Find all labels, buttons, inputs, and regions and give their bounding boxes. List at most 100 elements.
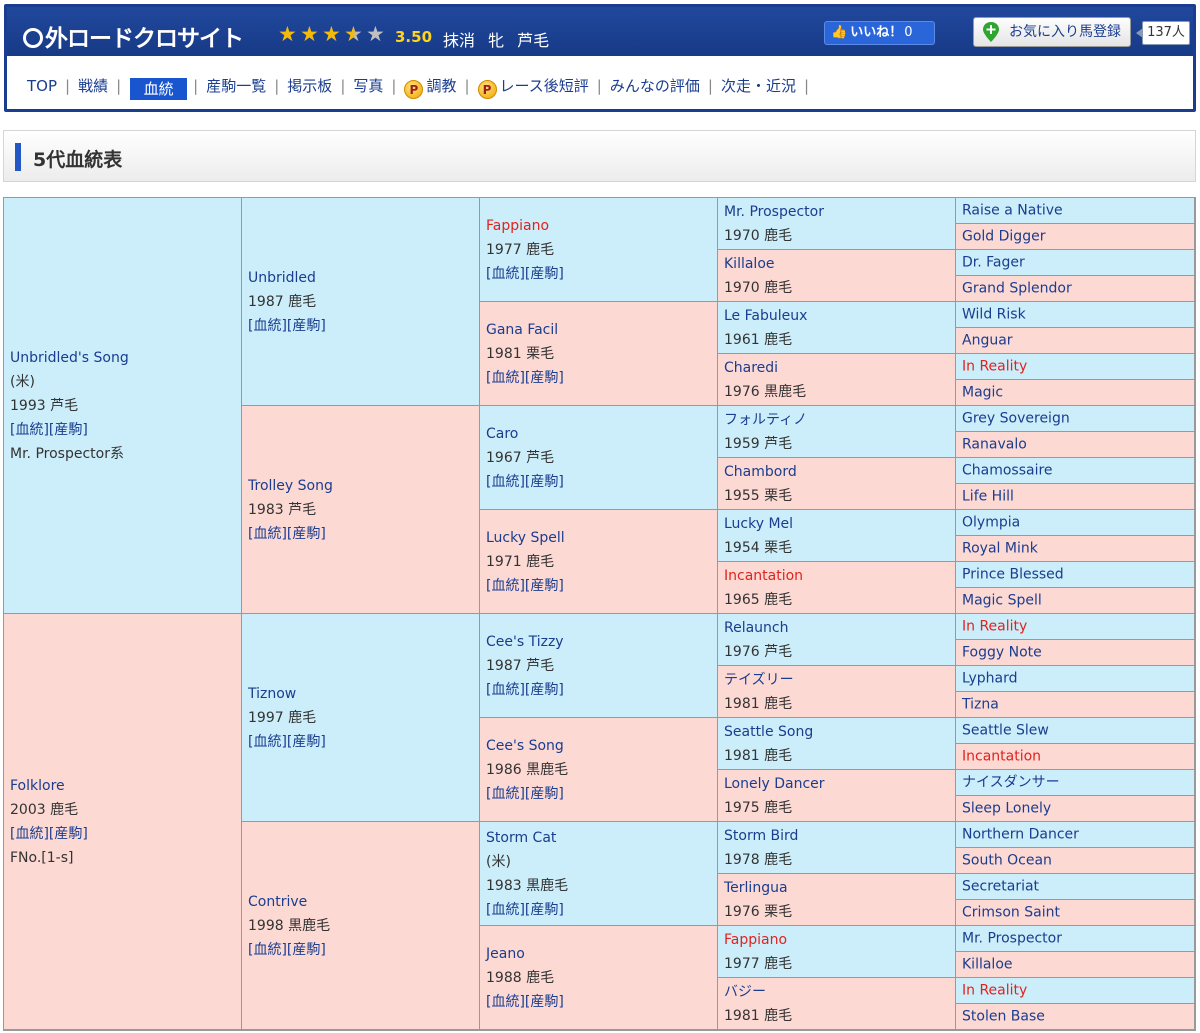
nav-item[interactable]: P レース後短評 [476,71,591,101]
horse-name-link[interactable]: Incantation [962,744,1190,769]
horse-name-link[interactable]: Sleep Lonely [962,796,1190,821]
nav-item-label: 写真 [353,77,384,95]
horse-name-link[interactable]: Caro [486,422,713,446]
pedigree-progeny-links[interactable]: [血統][産駒] [486,678,713,702]
horse-name-link[interactable]: Chamossaire [962,458,1190,483]
pedigree-progeny-links[interactable]: [血統][産駒] [248,730,475,754]
horse-name-link[interactable]: In Reality [962,614,1190,639]
horse-name-link[interactable]: Tizna [962,692,1190,717]
horse-name-link[interactable]: Fappiano [486,214,713,238]
horse-name-link[interactable]: Chambord [724,460,951,484]
horse-name-link[interactable]: Tiznow [248,682,475,706]
pedigree-progeny-links[interactable]: [血統][産駒] [248,522,475,546]
horse-name-link[interactable]: Foggy Note [962,640,1190,665]
horse-name-link[interactable]: Killaloe [724,252,951,276]
horse-name-link[interactable]: Lucky Mel [724,512,951,536]
horse-name-link[interactable]: Prince Blessed [962,562,1190,587]
horse-name-link[interactable]: Unbridled [248,266,475,290]
favorite-button[interactable]: お気に入り馬登録 [973,17,1131,47]
horse-name-link[interactable]: Jeano [486,942,713,966]
pedigree-progeny-links[interactable]: [血統][産駒] [486,470,713,494]
horse-name-link[interactable]: Secretariat [962,874,1190,899]
horse-name-link[interactable]: Charedi [724,356,951,380]
horse-name-link[interactable]: Anguar [962,328,1190,353]
horse-name-link[interactable]: Storm Cat [486,826,713,850]
horse-name-link[interactable]: Lyphard [962,666,1190,691]
horse-name-link[interactable]: Royal Mink [962,536,1190,561]
horse-name-link[interactable]: Grey Sovereign [962,406,1190,431]
horse-name-link[interactable]: Gana Facil [486,318,713,342]
horse-name-link[interactable]: Cee's Tizzy [486,630,713,654]
horse-name-link[interactable]: Stolen Base [962,1004,1190,1029]
horse-name-link[interactable]: フォルティノ [724,408,951,432]
horse-name-link[interactable]: Wild Risk [962,302,1190,327]
horse-name-link[interactable]: バジー [724,980,951,1004]
cell-content: バジー 1981 鹿毛 [724,980,951,1028]
horse-name-link[interactable]: Storm Bird [724,824,951,848]
horse-name-link[interactable]: Fappiano [724,928,951,952]
horse-name-link[interactable]: Lonely Dancer [724,772,951,796]
cell-content: Incantation 1965 鹿毛 [724,564,951,612]
pedigree-progeny-links[interactable]: [血統][産駒] [10,822,237,846]
nav-item[interactable]: 写真 [351,71,385,101]
horse-name-link[interactable]: Magic Spell [962,588,1190,613]
horse-name-link[interactable]: Folklore [10,774,237,798]
nav-item[interactable]: 掲示板 [285,71,334,101]
horse-name-link[interactable]: South Ocean [962,848,1190,873]
horse-name-link[interactable]: Mr. Prospector [724,200,951,224]
pedigree-cell-gen5: Prince Blessed [956,562,1195,588]
nav-item[interactable]: 次走・近況 [719,71,798,101]
pedigree-progeny-links[interactable]: [血統][産駒] [248,314,475,338]
nav-item[interactable]: みんなの評価 [608,71,702,101]
horse-name-link[interactable]: Olympia [962,510,1190,535]
horse-name-link[interactable]: Trolley Song [248,474,475,498]
horse-name-link[interactable]: Killaloe [962,952,1190,977]
nav-item[interactable]: P 調教 [402,71,458,101]
horse-name-link[interactable]: Seattle Slew [962,718,1190,743]
nav-item[interactable]: 戦績 [76,71,110,101]
pedigree-progeny-links[interactable]: [血統][産駒] [486,898,713,922]
nav-item[interactable]: TOP [25,71,59,101]
like-button[interactable]: 👍 いいね！ 0 [824,21,935,45]
site-title[interactable]: 外ロードクロサイト [23,19,244,53]
horse-birth-coat: 1976 芦毛 [724,643,793,660]
pedigree-cell-gen3: Jeano 1988 鹿毛 [血統][産駒] [480,926,718,1030]
cell-content: Le Fabuleux 1961 鹿毛 [724,304,951,352]
pedigree-progeny-links[interactable]: [血統][産駒] [486,782,713,806]
horse-name-link[interactable]: Le Fabuleux [724,304,951,328]
horse-name-link[interactable]: Unbridled's Song [10,346,237,370]
horse-name-link[interactable]: Crimson Saint [962,900,1190,925]
horse-name-link[interactable]: In Reality [962,978,1190,1003]
pedigree-progeny-links[interactable]: [血統][産駒] [10,418,237,442]
horse-name-link[interactable]: In Reality [962,354,1190,379]
horse-name-link[interactable]: Life Hill [962,484,1190,509]
pedigree-progeny-links[interactable]: [血統][産駒] [248,938,475,962]
horse-name-link[interactable]: Lucky Spell [486,526,713,550]
heading-accent-bar [15,143,21,171]
pedigree-progeny-links[interactable]: [血統][産駒] [486,262,713,286]
horse-name-link[interactable]: Mr. Prospector [962,926,1190,951]
horse-name-link[interactable]: Northern Dancer [962,822,1190,847]
horse-name-link[interactable]: ナイスダンサー [962,770,1190,795]
horse-name-link[interactable]: Contrive [248,890,475,914]
horse-name-link[interactable]: Relaunch [724,616,951,640]
horse-name-link[interactable]: Gold Digger [962,224,1190,249]
site-title-text[interactable]: 外ロードクロサイト [45,26,244,52]
pedigree-progeny-links[interactable]: [血統][産駒] [486,366,713,390]
pedigree-progeny-links[interactable]: [血統][産駒] [486,990,713,1014]
horse-name-link[interactable]: Magic [962,380,1190,405]
horse-name-link[interactable]: Dr. Fager [962,250,1190,275]
horse-name-link[interactable]: Seattle Song [724,720,951,744]
horse-name-link[interactable]: Cee's Song [486,734,713,758]
nav-item[interactable]: 産駒一覧 [204,71,268,101]
pedigree-cell-gen1: Folklore 2003 鹿毛 [血統][産駒] FNo.[1-s] [4,614,242,1030]
cell-content: Charedi 1976 黒鹿毛 [724,356,951,404]
pedigree-progeny-links[interactable]: [血統][産駒] [486,574,713,598]
horse-name-link[interactable]: Raise a Native [962,198,1190,223]
horse-name-link[interactable]: テイズリー [724,668,951,692]
horse-name-link[interactable]: Incantation [724,564,951,588]
horse-name-link[interactable]: Grand Splendor [962,276,1190,301]
horse-name-link[interactable]: Ranavalo [962,432,1190,457]
nav-item[interactable]: 血統 [130,78,188,100]
horse-name-link[interactable]: Terlingua [724,876,951,900]
